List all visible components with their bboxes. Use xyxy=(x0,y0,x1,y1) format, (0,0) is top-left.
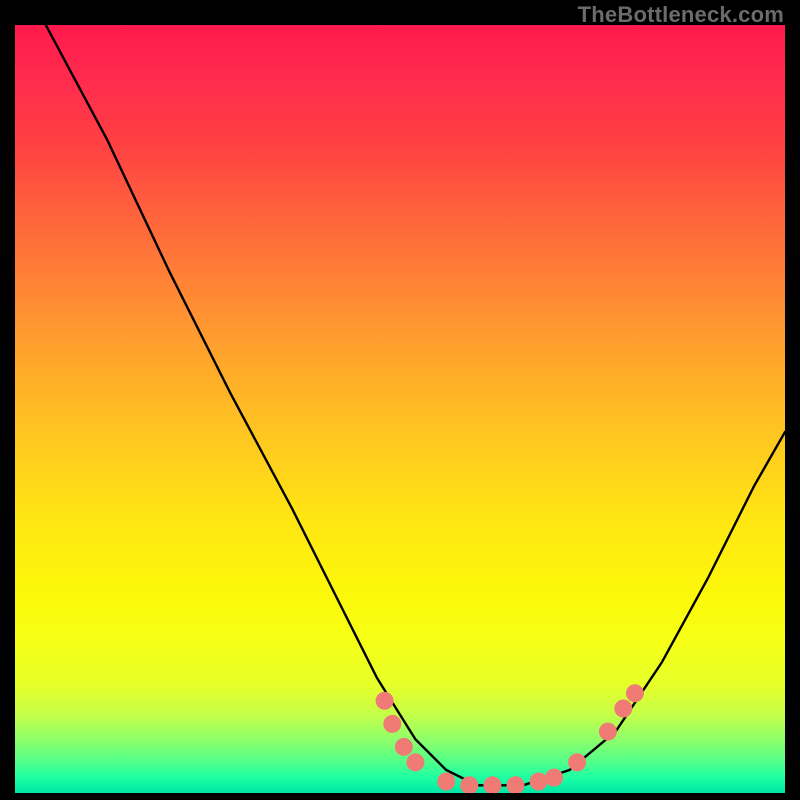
data-marker xyxy=(507,776,525,793)
data-marker xyxy=(437,773,455,791)
data-marker xyxy=(483,776,501,793)
data-marker xyxy=(376,692,394,710)
data-marker xyxy=(626,684,644,702)
data-marker xyxy=(545,769,563,787)
data-marker xyxy=(568,753,586,771)
attribution-text: TheBottleneck.com xyxy=(578,2,784,28)
data-marker xyxy=(383,715,401,733)
data-marker xyxy=(614,700,632,718)
bottleneck-curve xyxy=(46,25,785,785)
chart-overlay xyxy=(15,25,785,793)
data-marker xyxy=(599,723,617,741)
data-marker xyxy=(406,753,424,771)
data-marker xyxy=(395,738,413,756)
data-marker xyxy=(530,773,548,791)
chart-frame xyxy=(15,25,785,793)
